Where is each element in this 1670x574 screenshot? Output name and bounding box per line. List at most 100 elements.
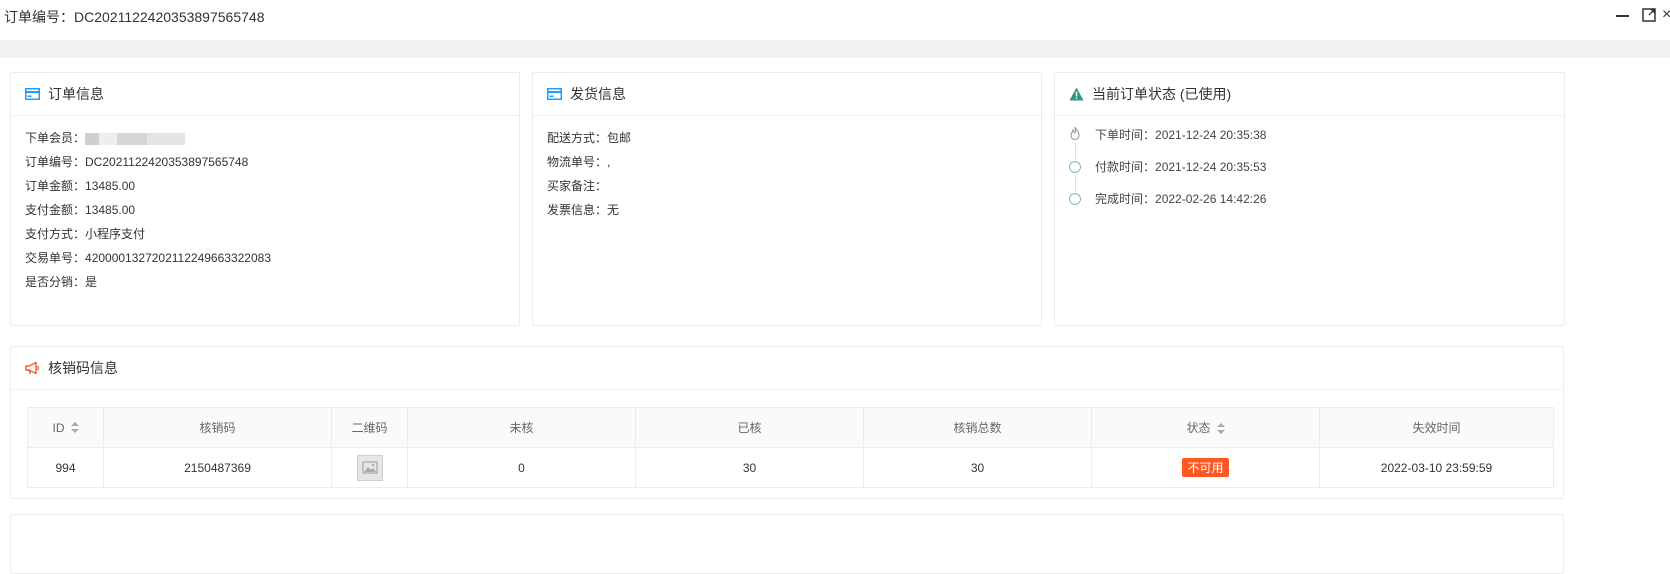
order-amount-row: 订单金额：13485.00 [25,174,505,198]
pay-amount-label: 支付金额： [25,203,86,217]
th-unverified: 未核 [407,407,636,448]
close-button[interactable]: × [1662,6,1670,24]
timeline-text: 付款时间：2021-12-24 20:35:53 [1095,158,1266,176]
buyer-note-row: 买家备注： [547,174,1027,198]
verify-code-header: 核销码信息 [11,347,1563,390]
invoice-row: 发票信息：无 [547,198,1027,222]
pay-method-row: 支付方式：小程序支付 [25,222,505,246]
complete-time-label: 完成时间： [1095,192,1156,206]
status-timeline: 下单时间：2021-12-24 20:35:38 付款时间：2021-12-24… [1055,116,1564,236]
order-amount-value: 13485.00 [85,179,136,193]
timeline-connector [1075,143,1076,159]
cell-qr [331,447,408,488]
order-no-row: 订单编号：DC202112242035389756574​8 [25,150,505,174]
order-status-header: 当前订单状态 (已使用) [1055,73,1564,116]
maximize-icon [1642,8,1656,22]
warning-icon [1069,87,1084,101]
cell-total: 30 [863,447,1092,488]
order-info-body: 下单会员： 订单编号：DC202112242035389756574​8 订单金… [11,116,519,308]
order-info-title: 订单信息 [48,86,104,102]
status-badge: 不可用 [1182,458,1229,477]
shipping-info-card: 发货信息 配送方式：包邮 物流单号：, 买家备注： 发票信息：无 [532,72,1042,326]
fire-icon [1070,126,1080,141]
cell-status: 不可用 [1091,447,1320,488]
th-expire: 失效时间 [1319,407,1554,448]
pay-time-value: 2021-12-24 20:35:53 [1155,160,1267,174]
maximize-button[interactable] [1640,6,1658,24]
tracking-no-row: 物流单号：, [547,150,1027,174]
header-divider-strip [0,40,1670,58]
complete-time-value: 2022-02-26 14:42:26 [1155,192,1267,206]
credit-card-icon [547,88,562,100]
bottom-card-edge [10,514,1564,574]
distribution-row: 是否分销：是 [25,270,505,294]
timeline-connector [1075,175,1076,191]
credit-card-icon [25,88,40,100]
th-code: 核销码 [103,407,332,448]
sort-icon[interactable] [1216,422,1225,435]
order-status-title: 当前订单状态 (已使用) [1092,86,1232,102]
timeline-dot [1069,161,1081,173]
shipping-info-header: 发货信息 [533,73,1041,116]
timeline-text: 下单时间：2021-12-24 20:35:38 [1095,126,1266,144]
distribution-label: 是否分销： [25,275,86,289]
th-id[interactable]: ID [27,407,104,448]
member-label: 下单会员： [25,131,86,145]
order-time-value: 2021-12-24 20:35:38 [1155,128,1267,142]
minimize-button[interactable] [1613,6,1631,24]
cell-id: 994 [27,447,104,488]
cell-code: 2150487369 [103,447,332,488]
shipping-info-body: 配送方式：包邮 物流单号：, 买家备注： 发票信息：无 [533,116,1041,236]
th-qr: 二维码 [331,407,408,448]
delivery-method-label: 配送方式： [547,131,608,145]
sort-icon[interactable] [70,422,79,434]
verify-code-table: ID 核销码 二维码 未核 已核 核销总数 状态 失效时间 994 215048… [27,407,1554,488]
timeline-item-order: 下单时间：2021-12-24 20:35:38 [1069,126,1550,159]
timeline-dot [1069,193,1081,205]
pay-time-label: 付款时间： [1095,160,1156,174]
pay-amount-row: 支付金额：13485.00 [25,198,505,222]
member-value-redacted [85,132,186,145]
delivery-method-row: 配送方式：包邮 [547,126,1027,150]
th-status[interactable]: 状态 [1091,407,1320,448]
verify-code-title: 核销码信息 [48,360,118,376]
cell-unverified: 0 [407,447,636,488]
tracking-no-label: 物流单号： [547,155,608,169]
tracking-no-value: , [607,155,611,169]
th-verified: 已核 [635,407,864,448]
window-titlebar: 订单编号：DC202112242035389756574​8 × [0,0,1670,40]
trade-no-label: 交易单号： [25,251,86,265]
pay-method-value: 小程序支付 [85,227,146,241]
invoice-label: 发票信息： [547,203,608,217]
th-total: 核销总数 [863,407,1092,448]
trade-no-row: 交易单号：4200001327202112249663322083 [25,246,505,270]
qr-image-icon[interactable] [356,454,383,481]
table-header-row: ID 核销码 二维码 未核 已核 核销总数 状态 失效时间 [27,407,1554,448]
table-row: 994 2150487369 0 30 30 不可用 2022-03-10 23… [27,447,1554,488]
order-no-value: DC202112242035389756574​8 [85,155,249,169]
timeline-item-payment: 付款时间：2021-12-24 20:35:53 [1069,158,1550,191]
order-amount-label: 订单金额： [25,179,86,193]
buyer-note-label: 买家备注： [547,179,608,193]
window-title: 订单编号：DC202112242035389756574​8 [4,9,265,25]
shipping-info-title: 发货信息 [570,86,626,102]
invoice-value: 无 [607,203,620,217]
distribution-value: 是 [85,275,98,289]
timeline-item-complete: 完成时间：2022-02-26 14:42:26 [1069,190,1550,222]
th-id-label: ID [52,420,65,435]
verify-code-card: 核销码信息 ID 核销码 二维码 未核 已核 核销总数 状态 失效时间 994 … [10,346,1564,499]
order-no-label: 订单编号： [25,155,86,169]
delivery-method-value: 包邮 [607,131,632,145]
th-status-label: 状态 [1186,421,1211,435]
order-info-header: 订单信息 [11,73,519,116]
cell-verified: 30 [635,447,864,488]
order-time-label: 下单时间： [1095,128,1156,142]
trade-no-value: 4200001327202112249663322083 [85,251,271,265]
order-info-card: 订单信息 下单会员： 订单编号：DC202112242035389756574​… [10,72,520,326]
timeline-text: 完成时间：2022-02-26 14:42:26 [1095,190,1266,208]
cell-expire: 2022-03-10 23:59:59 [1319,447,1554,488]
pay-method-label: 支付方式： [25,227,86,241]
order-status-card: 当前订单状态 (已使用) 下单时间：2021-12-24 20:35:38 付款… [1054,72,1565,326]
member-row: 下单会员： [25,126,505,150]
megaphone-icon [25,361,39,375]
